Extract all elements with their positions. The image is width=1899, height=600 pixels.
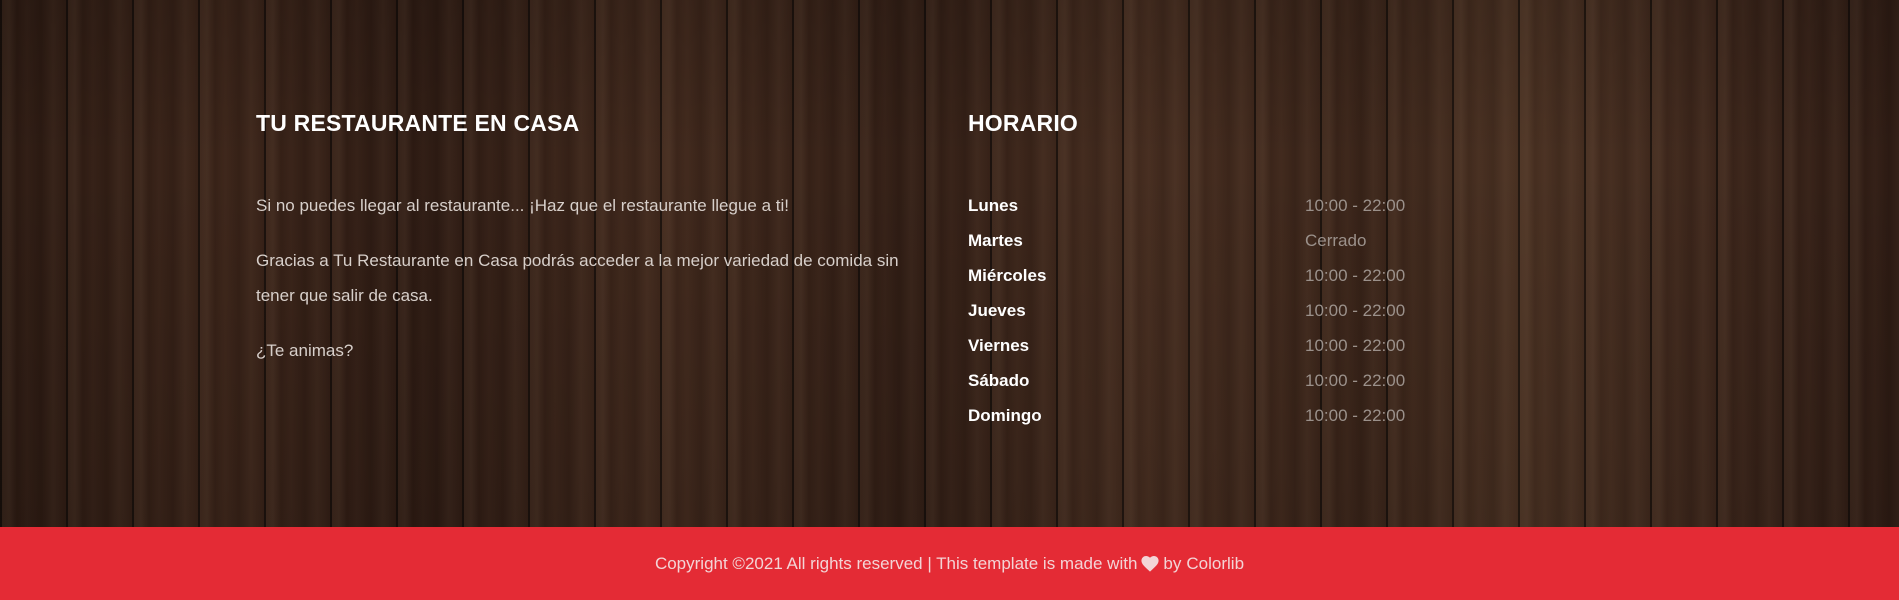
about-paragraph: Gracias a Tu Restaurante en Casa podrás … (256, 251, 899, 305)
day-time: Cerrado (1305, 231, 1367, 250)
copyright-by-text: by (1163, 553, 1182, 573)
hours-row: Miércoles 10:00 - 22:00 (968, 258, 1528, 293)
day-name: Sábado (968, 371, 1030, 390)
about-paragraph: Si no puedes llegar al restaurante... ¡H… (256, 196, 789, 215)
copyright-text: Copyright ©2021 All rights reserved | Th… (654, 553, 1138, 573)
hours-row: Domingo 10:00 - 22:00 (968, 398, 1528, 433)
about-text: Si no puedes llegar al restaurante... ¡H… (256, 188, 936, 368)
heart-icon (1141, 555, 1160, 572)
about-column: TU RESTAURANTE EN CASA Si no puedes lleg… (256, 108, 936, 388)
day-name: Martes (968, 231, 1023, 250)
hours-row: Martes Cerrado (968, 223, 1528, 258)
day-name: Domingo (968, 406, 1042, 425)
hours-row: Viernes 10:00 - 22:00 (968, 328, 1528, 363)
day-time: 10:00 - 22:00 (1305, 371, 1406, 390)
day-time: 10:00 - 22:00 (1305, 266, 1406, 285)
about-heading: TU RESTAURANTE EN CASA (256, 110, 580, 136)
day-name: Jueves (968, 301, 1026, 320)
copyright-bar: Copyright ©2021 All rights reserved | Th… (0, 527, 1899, 600)
day-time: 10:00 - 22:00 (1305, 301, 1406, 320)
day-time: 10:00 - 22:00 (1305, 406, 1406, 425)
colorlib-link[interactable]: Colorlib (1186, 554, 1244, 574)
day-name: Lunes (968, 196, 1019, 215)
hours-heading: HORARIO (968, 110, 1079, 136)
about-paragraph: ¿Te animas? (256, 341, 354, 360)
hours-row: Sábado 10:00 - 22:00 (968, 363, 1528, 398)
day-name: Viernes (968, 336, 1030, 355)
day-name: Miércoles (968, 266, 1047, 285)
hours-list: Lunes 10:00 - 22:00 Martes Cerrado Miérc… (968, 188, 1528, 433)
footer-section: TU RESTAURANTE EN CASA Si no puedes lleg… (0, 0, 1899, 527)
hours-row: Jueves 10:00 - 22:00 (968, 293, 1528, 328)
day-time: 10:00 - 22:00 (1305, 196, 1406, 215)
hours-row: Lunes 10:00 - 22:00 (968, 188, 1528, 223)
hours-column: HORARIO Lunes 10:00 - 22:00 Martes Cerra… (968, 108, 1528, 433)
day-time: 10:00 - 22:00 (1305, 336, 1406, 355)
